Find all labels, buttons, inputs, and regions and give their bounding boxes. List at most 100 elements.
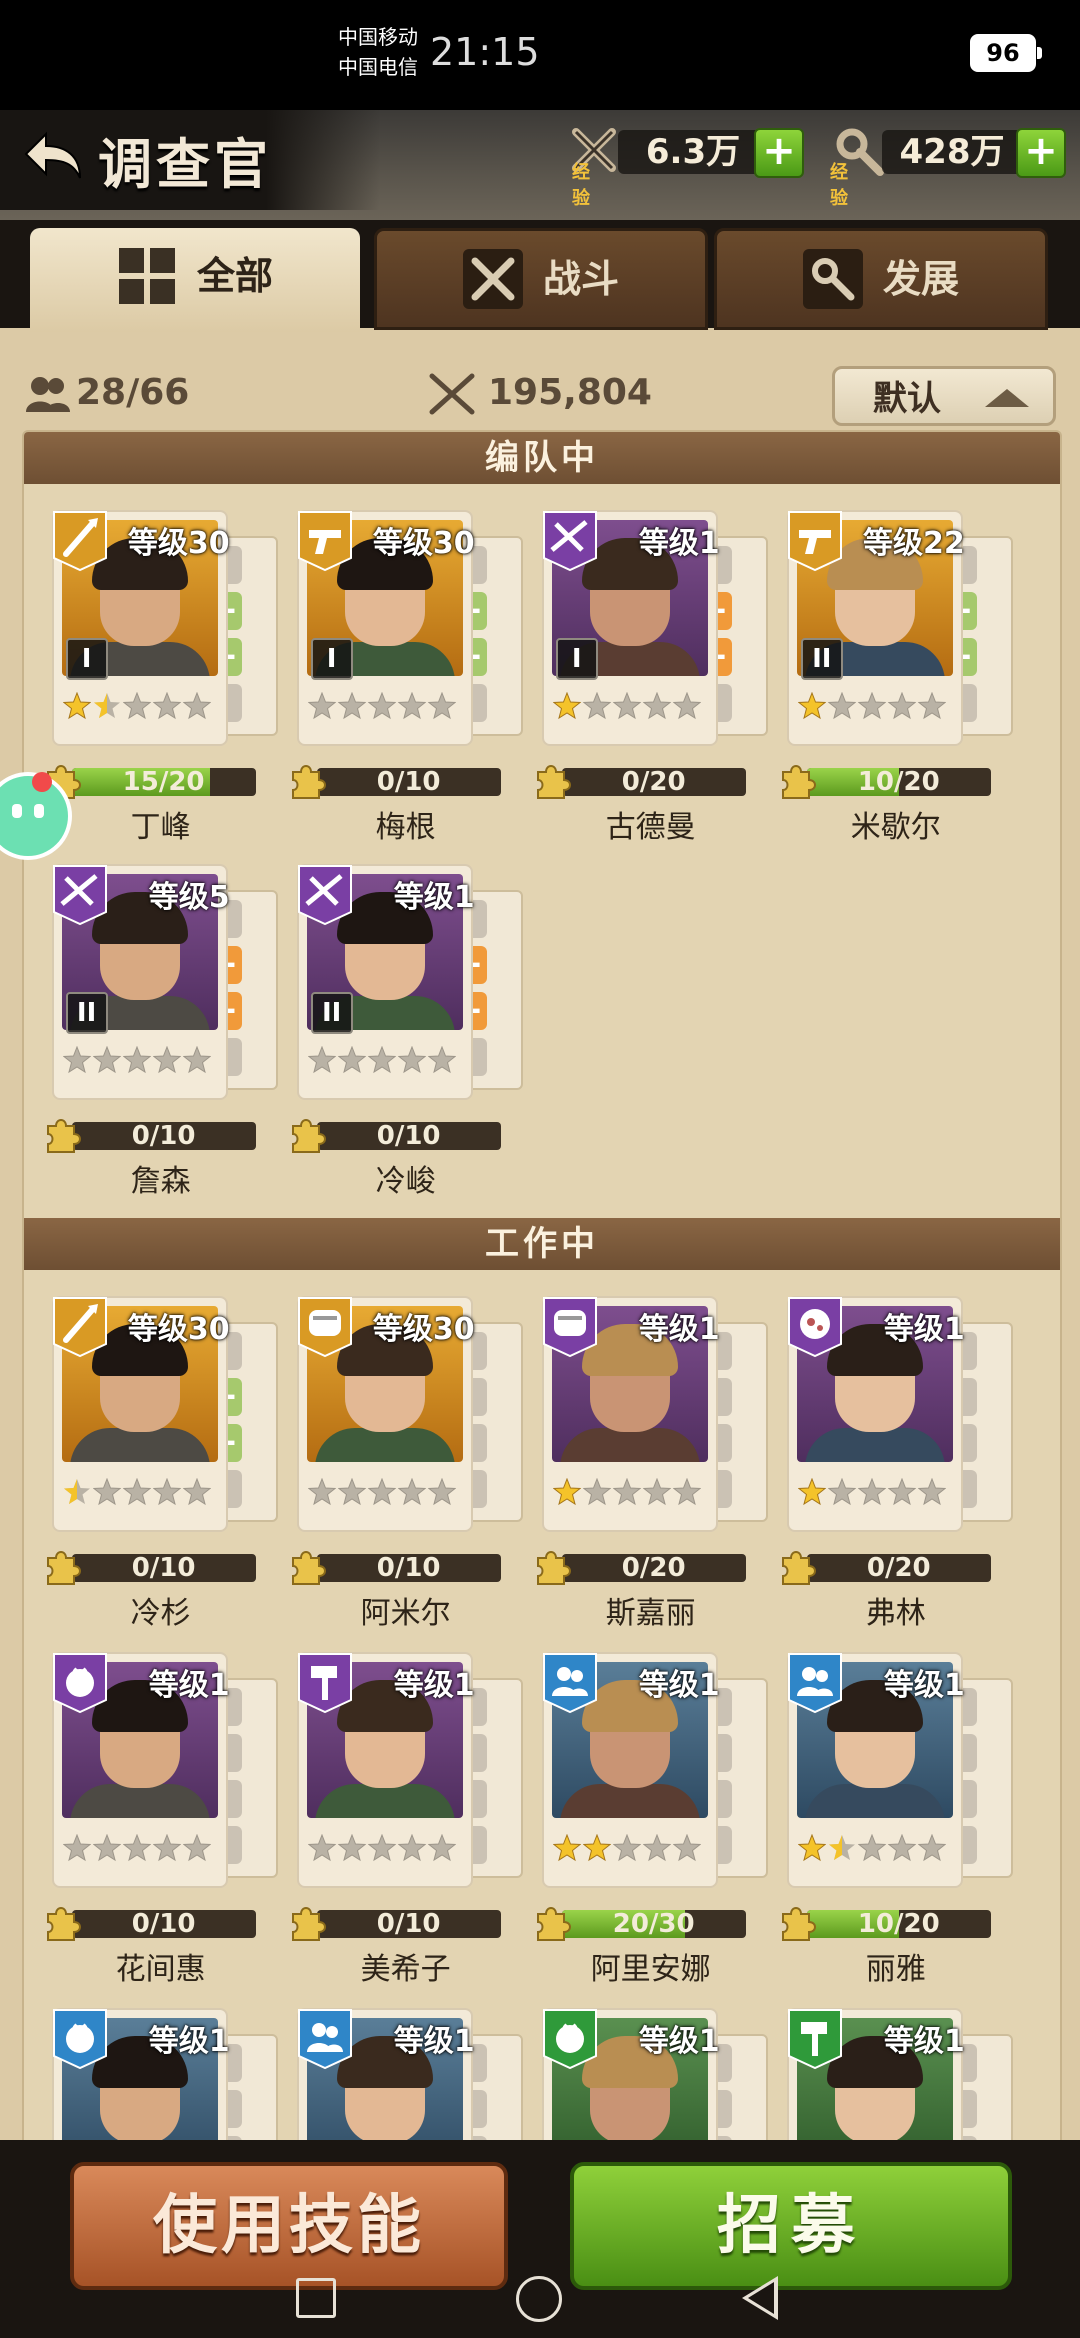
- officer-card[interactable]: 等级1: [536, 2008, 768, 2152]
- empty-star-icon: [182, 1478, 211, 1506]
- recent-apps-icon[interactable]: [296, 2278, 336, 2318]
- empty-star-icon: [887, 1834, 916, 1862]
- xp-bar: 0/10: [291, 1551, 501, 1585]
- empty-star-icon: [857, 1478, 886, 1506]
- officer-card[interactable]: 等级1: [781, 2008, 1013, 2152]
- empty-star-icon: [337, 1478, 366, 1506]
- officer-level: 等级1: [883, 1312, 965, 1347]
- officer-level: 等级30: [127, 1312, 230, 1347]
- empty-star-icon: [397, 1478, 426, 1506]
- empty-star-icon: [122, 1478, 151, 1506]
- officer-card[interactable]: 等级1: [46, 2008, 278, 2152]
- star-rating: [797, 1474, 957, 1514]
- officer-frame: 等级1: [786, 1296, 965, 1532]
- officer-card[interactable]: ++等级300/10冷杉: [46, 1296, 278, 1631]
- officer-card[interactable]: 等级1: [291, 2008, 523, 2152]
- officer-card[interactable]: 等级1 0/20 弗林: [781, 1296, 1013, 1631]
- officer-frame: 等级30: [296, 1296, 475, 1532]
- officer-card[interactable]: 等级1 10/20 丽雅: [781, 1652, 1013, 1987]
- xp-text: 0/10: [131, 1121, 196, 1151]
- star-icon: [552, 692, 581, 720]
- empty-star-icon: [182, 1046, 211, 1074]
- officer-level: 等级1: [638, 526, 720, 561]
- officer-card[interactable]: 等级1 0/20 斯嘉丽: [536, 1296, 768, 1631]
- officer-card[interactable]: 等级1 0/10 花间惠: [46, 1652, 278, 1987]
- system-nav-bar: [0, 2272, 1080, 2338]
- empty-star-icon: [307, 1834, 336, 1862]
- officer-frame: 等级1: [51, 1652, 230, 1888]
- notification-dot: [32, 772, 52, 792]
- half-star-icon: [63, 1479, 90, 1504]
- xp-bar: 0/10: [46, 1551, 256, 1585]
- recruit-button[interactable]: 招募: [570, 2162, 1012, 2290]
- officer-count-value: 28/66: [76, 372, 190, 413]
- tab-all[interactable]: 全部: [30, 228, 360, 332]
- xp-text: 10/20: [857, 767, 940, 797]
- use-skill-button[interactable]: 使用技能: [70, 2162, 508, 2290]
- carrier-1: 中国移动: [338, 25, 418, 49]
- weapons-icon: [462, 249, 523, 309]
- xp-bar: 15/20: [46, 765, 256, 799]
- empty-star-icon: [92, 1834, 121, 1862]
- empty-star-icon: [427, 692, 456, 720]
- xp-bar: 0/10: [291, 765, 501, 799]
- officer-frame: 等级5 II: [51, 864, 230, 1100]
- officer-frame: 等级30 I: [296, 510, 475, 746]
- empty-star-icon: [92, 1046, 121, 1074]
- empty-star-icon: [582, 1478, 611, 1506]
- officer-frame: 等级1: [541, 2008, 720, 2152]
- assistant-eye: [12, 804, 22, 818]
- back-arrow-icon[interactable]: [18, 124, 88, 194]
- empty-star-icon: [152, 1478, 181, 1506]
- star-icon: [797, 1478, 826, 1506]
- officer-name: 冷杉: [130, 1596, 191, 1631]
- officer-frame: 等级1: [296, 1652, 475, 1888]
- star-rating: [307, 1042, 467, 1082]
- empty-star-icon: [122, 692, 151, 720]
- home-icon[interactable]: [516, 2276, 562, 2322]
- develop-exp-label: 经验: [830, 162, 848, 209]
- officer-card[interactable]: 等级1 0/10 美希子: [291, 1652, 523, 1987]
- tab-combat[interactable]: 战斗: [374, 228, 708, 330]
- squad-tier-badge: I: [65, 638, 108, 680]
- empty-star-icon: [152, 692, 181, 720]
- back-icon[interactable]: [742, 2276, 778, 2320]
- officer-card[interactable]: 等级1 20/30 阿里安娜: [536, 1652, 768, 1987]
- empty-star-icon: [122, 1046, 151, 1074]
- tab-develop[interactable]: 发展: [714, 228, 1048, 330]
- officer-card[interactable]: ++等级30I15/20丁峰: [46, 510, 278, 845]
- star-rating: [307, 1830, 467, 1870]
- officer-card[interactable]: ++等级5II0/10詹森: [46, 864, 278, 1199]
- officer-level: 等级1: [883, 2024, 965, 2059]
- empty-star-icon: [367, 1046, 396, 1074]
- officer-card[interactable]: ++等级22II10/20米歇尔: [781, 510, 1013, 845]
- xp-text: 0/10: [131, 1909, 196, 1939]
- officer-card[interactable]: 等级30 0/10 阿米尔: [291, 1296, 523, 1631]
- officer-card[interactable]: ++等级30I0/10梅根: [291, 510, 523, 845]
- officer-name: 米歇尔: [850, 810, 941, 845]
- officer-frame: 等级1: [296, 2008, 475, 2152]
- add-combat-exp-button[interactable]: +: [754, 128, 804, 178]
- officer-name: 丁峰: [130, 810, 191, 845]
- officer-card[interactable]: ++等级1II0/10冷峻: [291, 864, 523, 1199]
- xp-bar: 0/20: [536, 765, 746, 799]
- officer-name: 古德曼: [605, 810, 696, 845]
- officer-card[interactable]: ++等级1I0/20古德曼: [536, 510, 768, 845]
- officer-name: 弗林: [865, 1596, 926, 1631]
- officer-frame: 等级1: [786, 2008, 965, 2152]
- squad-tier-badge: II: [310, 992, 353, 1034]
- xp-bar: 0/10: [291, 1907, 501, 1941]
- empty-star-icon: [827, 1478, 856, 1506]
- empty-star-icon: [307, 692, 336, 720]
- empty-star-icon: [672, 1834, 701, 1862]
- portrait-body: [69, 1428, 210, 1462]
- officer-level: 等级1: [148, 1668, 230, 1703]
- empty-star-icon: [857, 692, 886, 720]
- empty-star-icon: [367, 1478, 396, 1506]
- sort-label: 默认: [873, 379, 941, 419]
- empty-star-icon: [672, 1478, 701, 1506]
- empty-star-icon: [917, 1834, 946, 1862]
- add-develop-exp-button[interactable]: +: [1016, 128, 1066, 178]
- sort-dropdown[interactable]: 默认: [832, 366, 1056, 426]
- officer-level: 等级1: [638, 2024, 720, 2059]
